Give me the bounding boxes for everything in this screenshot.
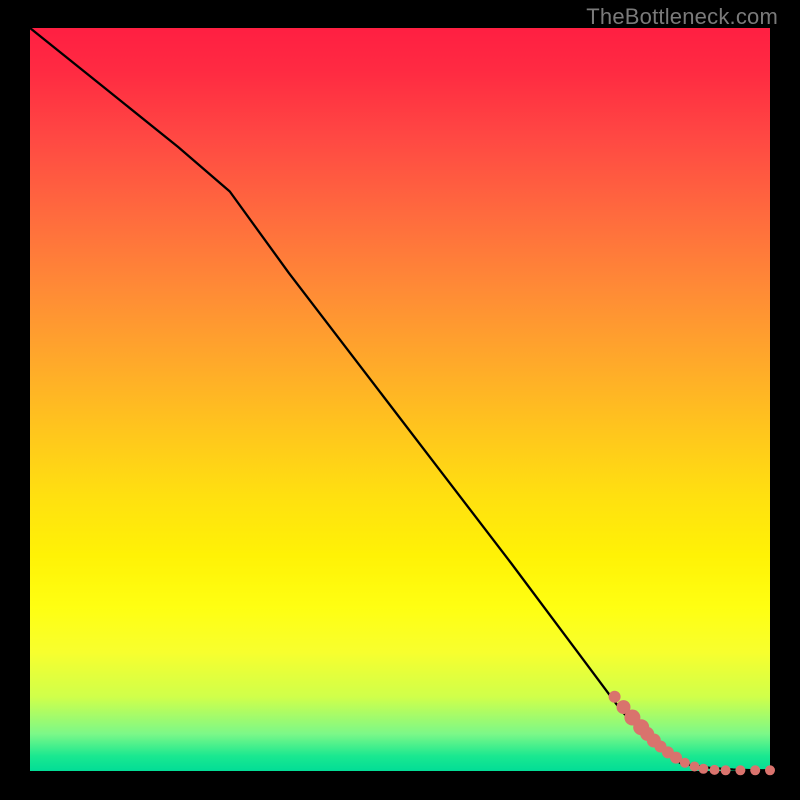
marker-cluster [609,691,775,776]
chart-svg [30,28,770,771]
chart-frame: TheBottleneck.com [0,0,800,800]
marker-dot [690,762,700,772]
marker-dot [698,764,708,774]
marker-dot [735,765,745,775]
plot-area [30,28,770,771]
marker-dot [765,765,775,775]
marker-dot [750,765,760,775]
marker-dot [721,765,731,775]
bottleneck-curve-line [30,28,770,770]
marker-dot [609,691,621,703]
marker-dot [680,758,690,768]
watermark-text: TheBottleneck.com [586,4,778,30]
marker-dot [710,765,720,775]
